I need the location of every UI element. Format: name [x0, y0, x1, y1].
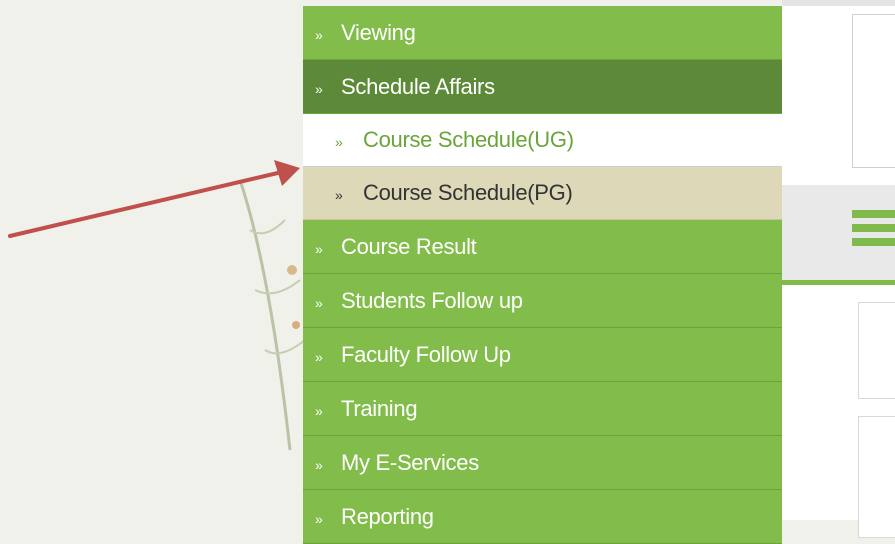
menu-item-label: Faculty Follow Up: [341, 341, 511, 367]
menu-item-label: Course Result: [341, 233, 477, 259]
top-strip: [782, 0, 895, 6]
double-chevron-icon: »: [315, 510, 323, 527]
sidebar-menu: » Viewing » Schedule Affairs » Course Sc…: [303, 6, 782, 544]
double-chevron-icon: »: [315, 26, 323, 43]
toolbar-divider: [782, 280, 895, 285]
menu-item-label: Course Schedule(UG): [363, 127, 574, 152]
double-chevron-icon: »: [335, 134, 343, 150]
menu-item-training[interactable]: » Training: [303, 382, 782, 436]
double-chevron-icon: »: [315, 80, 323, 97]
menu-item-label: Reporting: [341, 503, 434, 529]
double-chevron-icon: »: [315, 456, 323, 473]
submenu-item-course-schedule-pg[interactable]: » Course Schedule(PG): [303, 167, 782, 220]
menu-item-viewing[interactable]: » Viewing: [303, 6, 782, 60]
content-panel: [852, 14, 895, 168]
menu-item-students-follow-up[interactable]: » Students Follow up: [303, 274, 782, 328]
menu-item-reporting[interactable]: » Reporting: [303, 490, 782, 544]
double-chevron-icon: »: [315, 402, 323, 419]
menu-item-faculty-follow-up[interactable]: » Faculty Follow Up: [303, 328, 782, 382]
hamburger-menu-icon[interactable]: [852, 210, 895, 252]
menu-item-my-e-services[interactable]: » My E-Services: [303, 436, 782, 490]
content-card: [858, 302, 895, 399]
menu-item-label: Schedule Affairs: [341, 73, 495, 99]
double-chevron-icon: »: [315, 240, 323, 257]
menu-item-label: My E-Services: [341, 449, 479, 475]
menu-item-label: Students Follow up: [341, 287, 523, 313]
menu-item-label: Course Schedule(PG): [363, 180, 573, 205]
double-chevron-icon: »: [315, 348, 323, 365]
double-chevron-icon: »: [315, 294, 323, 311]
menu-item-schedule-affairs[interactable]: » Schedule Affairs: [303, 60, 782, 114]
menu-item-course-result[interactable]: » Course Result: [303, 220, 782, 274]
decorative-plant: [238, 179, 306, 451]
menu-item-label: Training: [341, 395, 418, 421]
main-content-area: [782, 0, 895, 538]
double-chevron-icon: »: [335, 187, 343, 203]
submenu-item-course-schedule-ug[interactable]: » Course Schedule(UG): [303, 114, 782, 167]
menu-item-label: Viewing: [341, 19, 416, 45]
